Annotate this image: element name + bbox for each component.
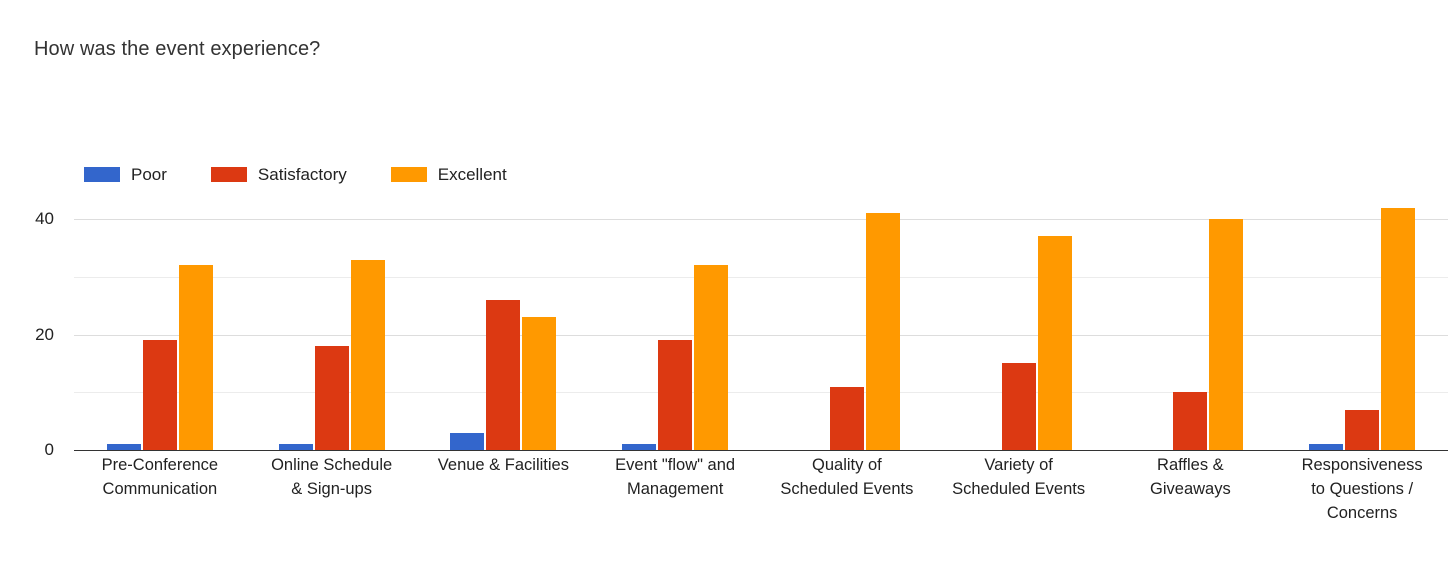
bar-group <box>418 196 590 450</box>
x-axis-label: Venue & Facilities <box>418 453 590 533</box>
bar-group <box>589 196 761 450</box>
x-axis-label: Responsiveness to Questions / Concerns <box>1276 453 1448 533</box>
plot-area <box>74 196 1448 451</box>
bar-satisfactory[interactable] <box>1345 409 1380 450</box>
legend-label: Poor <box>131 164 167 184</box>
bar-satisfactory[interactable] <box>142 340 177 450</box>
x-axis-label-line: Scheduled Events <box>952 480 1086 498</box>
bar-poor[interactable] <box>450 432 485 450</box>
bar-satisfactory[interactable] <box>829 386 864 450</box>
legend-swatch-icon <box>210 166 247 182</box>
y-tick-label: 40 <box>35 209 54 229</box>
bar-excellent[interactable] <box>178 265 213 450</box>
legend-item-satisfactory[interactable]: Satisfactory <box>210 164 347 184</box>
legend-label: Satisfactory <box>257 164 347 184</box>
bar-group <box>1276 196 1448 450</box>
legend-swatch-icon <box>390 166 427 182</box>
bar-excellent[interactable] <box>865 213 900 450</box>
x-axis-label: Quality of Scheduled Events <box>761 453 933 533</box>
bar-groups <box>74 196 1448 450</box>
x-axis-label-line: Raffles & <box>1157 456 1224 474</box>
bar-group <box>246 196 418 450</box>
x-axis-label-line: Venue & Facilities <box>437 456 569 474</box>
bar-excellent[interactable] <box>694 265 729 450</box>
axis-baseline <box>74 450 1448 451</box>
x-axis-label-line: Pre-Conference <box>101 456 219 474</box>
x-axis-label: Raffles & Giveaways <box>1105 453 1277 533</box>
legend-item-poor[interactable]: Poor <box>84 166 167 183</box>
bar-group <box>761 196 933 450</box>
x-axis-label-line: Concerns <box>1326 504 1398 522</box>
bar-excellent[interactable] <box>1381 207 1416 450</box>
bar-group <box>74 196 246 450</box>
bar-chart: How was the event experience? Poor Satisf… <box>0 0 1456 567</box>
x-axis-label-line: Responsiveness <box>1301 456 1423 474</box>
bar-excellent[interactable] <box>1209 219 1244 450</box>
bar-group <box>933 196 1105 450</box>
legend-swatch-icon <box>84 166 120 182</box>
bar-group <box>1105 196 1277 450</box>
x-axis-label: Variety of Scheduled Events <box>933 453 1105 533</box>
chart-legend: Poor Satisfactory Excellent <box>84 163 507 185</box>
bar-excellent[interactable] <box>522 317 557 450</box>
bar-satisfactory[interactable] <box>1001 363 1036 450</box>
bar-excellent[interactable] <box>1037 236 1072 450</box>
legend-item-excellent[interactable]: Excellent <box>390 164 507 184</box>
x-axis-label: Pre-Conference Communication <box>74 453 246 533</box>
x-axis-label-line: Communication <box>102 480 218 498</box>
y-axis-labels: 0 20 40 <box>0 196 66 459</box>
x-axis-labels: Pre-Conference Communication Online Schedu… <box>74 453 1448 533</box>
bar-satisfactory[interactable] <box>1173 392 1208 450</box>
x-axis-label-line: Giveaways <box>1150 480 1231 498</box>
x-axis-label-line: Online Schedule <box>271 456 393 474</box>
x-axis-label-line: Variety of <box>984 456 1053 474</box>
x-axis-label: Online Schedule & Sign-ups <box>246 453 418 533</box>
x-axis-label-line: Management <box>626 480 724 498</box>
x-axis-label-line: Quality of <box>812 456 882 474</box>
y-tick-label: 20 <box>35 324 54 344</box>
x-axis-label: Event "flow" and Management <box>589 453 761 533</box>
chart-title: How was the event experience? <box>34 38 321 60</box>
legend-label: Excellent <box>437 164 507 184</box>
bar-excellent[interactable] <box>350 259 385 450</box>
bar-satisfactory[interactable] <box>314 346 349 450</box>
x-axis-label-line: Event "flow" and <box>615 456 736 474</box>
bar-satisfactory[interactable] <box>486 299 521 450</box>
y-tick-label: 0 <box>44 440 54 459</box>
x-axis-label-line: Scheduled Events <box>780 480 914 498</box>
bar-satisfactory[interactable] <box>658 340 693 450</box>
x-axis-label-line: & Sign-ups <box>291 480 372 498</box>
x-axis-label-line: to Questions / <box>1311 480 1414 498</box>
